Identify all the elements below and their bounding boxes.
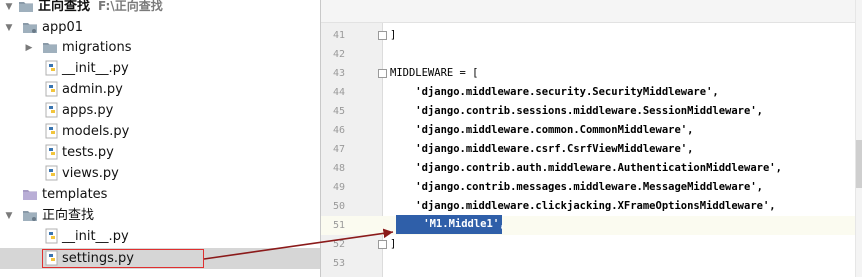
code-text: MIDDLEWARE = [ [390,67,479,79]
code-text: 'django.middleware.security.SecurityMidd… [390,86,719,98]
tree-item-tests-py[interactable]: tests.py [0,142,320,163]
code-line-50[interactable]: 50 'django.middleware.clickjacking.XFram… [321,197,855,216]
tree-item-label: app01 [42,20,84,35]
tree-item-label: 正向查找 [42,208,95,223]
folder-icon [42,39,58,55]
code-line-47[interactable]: 47 'django.middleware.csrf.CsrfViewMiddl… [321,140,855,159]
folder-icon [18,0,34,14]
tree-item-label: migrations [62,40,132,55]
code-line-43[interactable]: 43 MIDDLEWARE = [ [321,64,855,83]
python-file-icon [44,123,60,139]
fold-marker-icon[interactable] [378,240,387,249]
tree-root-row[interactable]: ▼ 正向查找 F:\正向查找 [0,0,320,17]
triangle-right-icon[interactable]: ▶ [24,43,34,53]
tree-item-apps-py[interactable]: apps.py [0,100,320,121]
line-number: 43 [332,68,345,79]
line-number: 46 [332,125,345,136]
line-number: 51 [332,220,345,231]
tree-item-label: templates [42,187,108,202]
folder-icon [22,186,38,202]
tree-item-admin-py[interactable]: admin.py [0,79,320,100]
line-number: 49 [332,182,345,193]
code-line-41[interactable]: 41 ] [321,26,855,45]
code-line-52[interactable]: 52 ] [321,235,855,254]
line-number: 41 [332,30,345,41]
python-file-icon [44,144,60,160]
line-number: 42 [332,49,345,60]
project-root-name: 正向查找 [38,0,91,14]
python-file-icon [44,102,60,118]
line-number: 48 [332,163,345,174]
code-line-46[interactable]: 46 'django.middleware.common.CommonMiddl… [321,121,855,140]
tree-item-init-py[interactable]: __init__.py [0,58,320,79]
code-text: ] [390,238,397,250]
code-line-53[interactable]: 53 [321,254,855,273]
code-text: 'django.middleware.clickjacking.XFrameOp… [390,200,776,212]
tree-item-migrations[interactable]: ▶ migrations [0,37,320,58]
code-text: 'django.contrib.sessions.middleware.Sess… [390,105,763,117]
fold-marker-icon[interactable] [378,69,387,78]
tree-item-views-py[interactable]: views.py [0,163,320,184]
code-line-44[interactable]: 44 'django.middleware.security.SecurityM… [321,83,855,102]
tree-item-models-py[interactable]: models.py [0,121,320,142]
line-number: 45 [332,106,345,117]
line-number: 53 [332,258,345,269]
triangle-down-icon[interactable]: ▼ [4,211,14,221]
annotation-highlight-box [42,249,204,268]
project-tree: ▼ 正向查找 F:\正向查找 ▼ app01 ▶ migrations __ini… [0,0,320,277]
tree-item-project-package[interactable]: ▼ 正向查找 [0,205,320,226]
project-root-path: F:\正向查找 [98,0,163,13]
scrollbar-thumb[interactable] [856,140,862,188]
code-line-42[interactable]: 42 [321,45,855,64]
editor-top-strip [321,0,862,23]
folder-icon [22,19,38,35]
line-number: 47 [332,144,345,155]
folder-icon [22,207,38,223]
tree-item-templates[interactable]: templates [0,184,320,205]
tree-item-label: __init__.py [62,229,129,244]
tree-item-label: apps.py [62,103,114,118]
line-number: 52 [332,239,345,250]
tree-item-label: views.py [62,166,119,181]
tree-item-init-py-2[interactable]: __init__.py [0,226,320,247]
python-file-icon [44,228,60,244]
code-text: 'django.contrib.messages.middleware.Mess… [390,181,763,193]
code-text: 'django.contrib.auth.middleware.Authenti… [390,162,782,174]
code-line-49[interactable]: 49 'django.contrib.messages.middleware.M… [321,178,855,197]
python-file-icon [44,60,60,76]
code-text: 'django.middleware.csrf.CsrfViewMiddlewa… [390,143,694,155]
python-file-icon [44,81,60,97]
tree-item-label: admin.py [62,82,123,97]
editor-scrollbar[interactable] [855,0,862,277]
line-number: 44 [332,87,345,98]
tree-item-app01[interactable]: ▼ app01 [0,17,320,38]
code-text: 'django.middleware.common.CommonMiddlewa… [390,124,694,136]
triangle-down-icon[interactable]: ▼ [4,2,14,12]
fold-marker-icon[interactable] [378,31,387,40]
tree-item-label: tests.py [62,145,114,160]
tree-item-label: __init__.py [62,61,129,76]
selected-code-text: 'M1.Middle1', [398,218,506,230]
code-text: ] [390,29,397,41]
code-line-48[interactable]: 48 'django.contrib.auth.middleware.Authe… [321,159,855,178]
line-number: 50 [332,201,345,212]
tree-item-label: models.py [62,124,130,139]
python-file-icon [44,165,60,181]
triangle-down-icon[interactable]: ▼ [4,23,14,33]
code-line-45[interactable]: 45 'django.contrib.sessions.middleware.S… [321,102,855,121]
